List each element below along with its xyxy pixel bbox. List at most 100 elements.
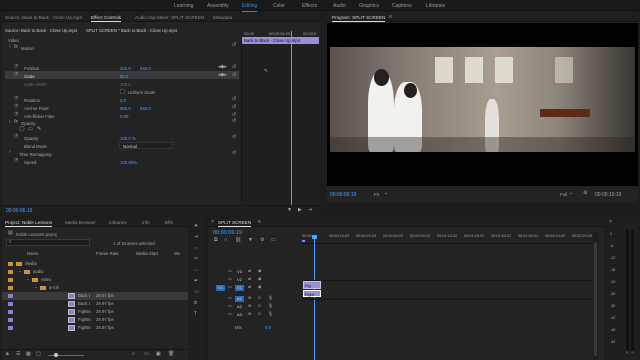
add-marker-icon[interactable]: ▼ [248,238,253,243]
wrench-icon[interactable]: ⚙ [260,238,264,243]
ellipse-mask-icon[interactable]: ◯ [19,127,25,132]
label-color-swatch[interactable] [8,262,13,266]
resolution-select[interactable]: Full [560,192,567,197]
stopwatch-icon[interactable]: ◷ [14,158,18,163]
label-color-swatch[interactable] [8,278,13,282]
track-target[interactable]: V3 [235,269,244,275]
track-target[interactable]: A2 [235,304,244,310]
label-color-swatch[interactable] [8,310,13,314]
clip-row[interactable]: Fightin 29.97 fps [2,316,188,324]
stopwatch-icon[interactable]: ◷ [14,72,18,77]
workspace-color[interactable]: Color [273,3,285,9]
speed-value[interactable]: 100.00% [120,160,137,165]
workspace-assembly[interactable]: Assembly [207,3,229,9]
eye-icon[interactable]: ◉ [258,269,262,273]
column-name[interactable]: Name [27,251,38,256]
track-target[interactable]: V2 [235,277,244,283]
new-bin-icon[interactable]: ▭ [144,352,149,357]
reset-icon[interactable]: ↺ [232,105,236,110]
anchor-x-value[interactable]: 960.0 [120,106,131,111]
reset-icon[interactable]: ↺ [232,135,236,140]
effect-controls-timecode[interactable]: 00:00:06:19 [6,208,32,214]
tab-source[interactable]: Source: Back to Back - Close Up.mp4 [5,15,82,20]
label-color-swatch[interactable] [8,326,13,330]
captions-icon[interactable]: ▭ [271,238,276,243]
bin-row[interactable]: ⌄ audio [2,268,188,276]
stopwatch-icon[interactable]: ◷ [14,64,18,69]
track-select-icon[interactable]: ⇥ [194,235,198,240]
list-view-icon[interactable]: ☰ [16,352,20,357]
reset-icon[interactable]: ↺ [232,151,236,156]
fx-icon[interactable]: fx [14,120,18,125]
rotation-value[interactable]: 0.0 [120,98,126,103]
reset-icon[interactable]: ↺ [232,65,236,70]
source-master-clip[interactable]: Source: Back to Back - Close Up.mp4 [5,28,77,33]
label-color-swatch[interactable] [8,286,13,290]
play-icon[interactable]: ▶ [298,208,302,213]
opacity-value[interactable]: 100.0 % [120,136,136,141]
snap-icon[interactable]: ∩ [224,238,228,243]
linked-selection-icon[interactable]: ⛓ [235,238,241,243]
stopwatch-icon[interactable]: ◷ [14,104,18,109]
eye-icon[interactable]: ◉ [258,277,262,281]
solo-icon[interactable]: S [258,304,261,308]
solo-icon[interactable]: S [631,351,634,355]
mute-icon[interactable]: M [248,304,251,308]
fit-select[interactable]: Fit [374,192,379,197]
column-frame-rate[interactable]: Frame Rate [96,251,119,256]
column-media-end[interactable]: Me [174,251,180,256]
search-icon[interactable]: ⌕ [132,352,135,357]
ripple-edit-icon[interactable]: ⇔ [194,246,199,251]
effect-controls-timeline[interactable]: 00:00 00:00:04:23 00:00:0 Back to Back -… [241,31,320,216]
lock-icon[interactable]: ▭ [228,285,232,289]
workspace-editing[interactable]: Editing [242,3,258,12]
mini-playhead[interactable] [291,31,292,216]
keyframe-nav-icon[interactable]: ◂◆▸ [218,73,227,78]
blend-mode-select[interactable]: Normal [119,142,173,149]
bin-row[interactable]: ⌄ video [2,276,188,284]
video-track-header[interactable]: ▭ V3 ⇄ ◉ [208,268,302,276]
pen-tool-icon[interactable]: ✒ [194,279,198,284]
clip-row[interactable]: Fightin 29.97 fps [2,308,188,316]
time-ruler[interactable]: 00:00 00:00:14:23 00:00:29:23 00:00:44:22 00… [302,230,596,244]
reset-icon[interactable]: ↺ [232,97,236,102]
tab-media-browser[interactable]: Media Browser [65,220,96,225]
bin-row[interactable]: ⌄ a-roll [2,284,188,292]
workspace-effects[interactable]: Effects [302,3,317,9]
mute-icon[interactable]: M [248,296,251,300]
trash-icon[interactable]: 🗑︎ [168,352,174,357]
new-item-icon[interactable]: ▣ [156,352,161,357]
tab-project[interactable]: Project: Noble Lessons [5,220,53,227]
source-patch-v1[interactable]: V1 [216,285,225,291]
keyframe-nav-icon[interactable]: ◂◆▸ [218,65,227,70]
sync-lock-icon[interactable]: ⇄ [248,269,251,273]
clip-row[interactable]: Back t 29.97 fps [2,300,188,308]
hand-tool-icon[interactable]: ✋︎ [194,301,197,306]
razor-icon[interactable]: ✂ [194,257,198,262]
wrench-icon[interactable]: ⚙ [583,191,587,196]
scale-value[interactable]: 50.0 [120,74,128,79]
lock-icon[interactable]: ▭ [228,304,232,308]
video-track-header[interactable]: V1 ▭ V1 ⇄ ◉ [208,284,302,292]
reset-icon[interactable]: ↺ [232,119,236,124]
tab-effect-controls[interactable]: Effect Controls [91,15,122,22]
close-icon[interactable]: × [609,220,612,225]
slip-tool-icon[interactable]: ↔ [194,268,199,273]
tab-effects[interactable]: Effe [165,220,173,225]
lock-icon[interactable]: ▭ [228,269,232,273]
selection-tool-icon[interactable]: ➤ [194,224,198,229]
track-target[interactable]: A1 [235,296,244,302]
menu-icon[interactable]: ≡ [389,15,392,20]
label-color-swatch[interactable] [8,294,13,298]
sequence-clip-label[interactable]: SPLIT SCREEN * Back to Back - Close Up.m… [86,28,177,33]
microphone-icon[interactable]: 🎙︎ [268,296,273,300]
fx-icon[interactable]: fx [14,45,18,50]
disclosure-arrow-icon[interactable]: › [9,120,11,125]
mute-icon[interactable]: M [248,312,251,316]
nest-icon[interactable]: ⧉ [214,238,218,243]
audio-track-header[interactable]: ▭ A3 M S 🎙︎ [208,311,302,319]
chevron-down-icon[interactable]: ⌄ [569,191,573,196]
column-media-start[interactable]: Media Start [136,251,158,256]
reset-icon[interactable]: ↺ [232,43,236,48]
mini-clip-bar[interactable]: Back to Back - Close Up.mp4 [242,37,319,44]
